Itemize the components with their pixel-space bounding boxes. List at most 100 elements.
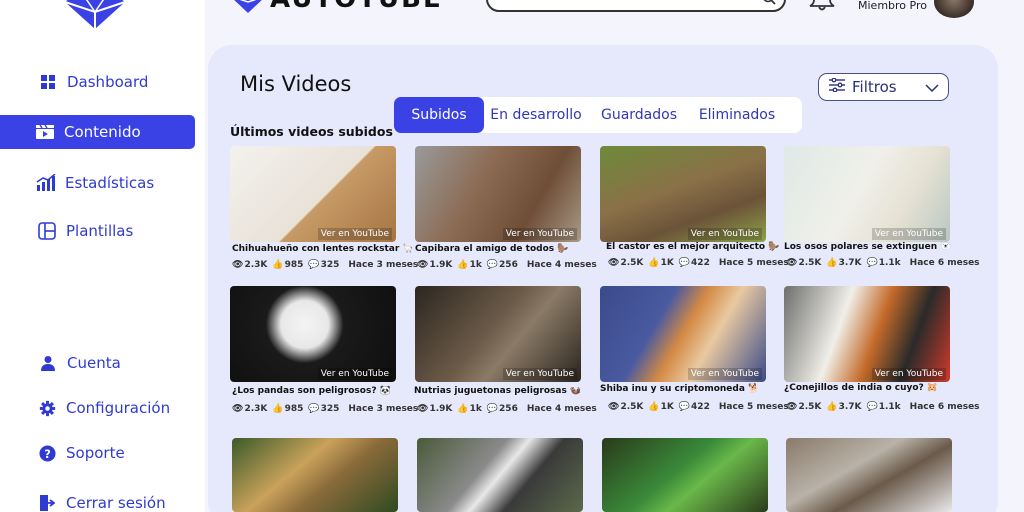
video-thumbnail[interactable]: Ver en YouTube [230,286,396,382]
comments-count: 💬 422 [678,402,710,412]
video-title[interactable]: Capibara el amigo de todos 🦫 [415,244,568,254]
sidebar-item-cuenta[interactable]: Cuenta [0,346,195,380]
sidebar-item-plantillas[interactable]: Plantillas [0,214,195,248]
watch-on-youtube-link[interactable]: Ver en YouTube [871,228,946,240]
bar-chart-icon [36,173,56,193]
video-thumbnail[interactable] [232,438,398,512]
help-icon: ? [37,443,57,463]
eye-icon: 👁 [608,258,620,268]
video-title[interactable]: ¿Los pandas son peligrosos? 🐼 [232,386,391,396]
watch-on-youtube-link[interactable]: Ver en YouTube [502,228,577,240]
upload-age: Hace 3 meses [348,260,419,270]
sidebar-item-estadisticas[interactable]: Estadísticas [0,166,195,200]
likes-count: 👍 1k [457,404,482,414]
video-title[interactable]: Shiba inu y su criptomoneda 🐕 [600,384,759,394]
member-status: Miembro Pro [858,0,927,12]
eye-icon: 👁 [608,402,620,412]
grid-icon [38,72,58,92]
video-thumbnail[interactable]: Ver en YouTube [600,286,766,382]
sidebar-item-configuracion[interactable]: Configuración [0,391,195,425]
eye-icon: 👁 [417,404,429,414]
watch-on-youtube-link[interactable]: Ver en YouTube [687,228,762,240]
brand-logo[interactable] [62,0,128,30]
upload-age: Hace 4 meses [526,260,597,270]
video-thumbnail[interactable]: Ver en YouTube [784,286,950,382]
video-thumbnail[interactable]: Ver en YouTube [230,146,396,242]
watch-on-youtube-link[interactable]: Ver en YouTube [871,368,946,380]
video-stats: 👁 1.9K 👍 1k 💬 256 Hace 4 meses [417,260,597,270]
watch-on-youtube-link[interactable]: Ver en YouTube [502,368,577,380]
upload-age: Hace 5 meses [718,402,789,412]
video-stats: 👁 2.5K 👍 1K 💬 422 Hace 5 meses [608,258,789,268]
page-title: Mis Videos [240,72,352,96]
thumbs-up-icon: 👍 [826,402,838,412]
upload-age: Hace 6 meses [909,402,980,412]
comment-icon: 💬 [308,260,320,270]
tab-en-desarrollo[interactable]: En desarrollo [490,97,582,133]
sidebar-item-label: Plantillas [66,222,134,240]
video-thumbnail[interactable]: Ver en YouTube [415,286,581,382]
watch-on-youtube-link[interactable]: Ver en YouTube [317,368,392,380]
video-thumbnail[interactable]: Ver en YouTube [415,146,581,242]
comment-icon: 💬 [678,258,691,268]
video-title[interactable]: Chihuahueño con lentes rockstar 🦙 [232,244,414,254]
thumbs-up-icon: 👍 [272,260,284,270]
likes-count: 👍 1k [457,260,482,270]
comments-count: 💬 325 [308,260,340,270]
video-thumbnail[interactable] [786,438,952,512]
sidebar-item-dashboard[interactable]: Dashboard [0,65,195,99]
user-icon [38,353,58,373]
comment-icon: 💬 [866,258,878,268]
video-stats: 👁 2.3K 👍 985 💬 325 Hace 3 meses [232,404,418,414]
likes-count: 👍 985 [272,260,304,270]
likes-count: 👍 1K [648,258,674,268]
comments-count: 💬 1.1k [866,258,901,268]
comment-icon: 💬 [678,402,691,412]
brand-logo-small[interactable] [228,0,268,14]
video-title[interactable]: Los osos polares se extinguen 🐻‍❄️ [784,242,951,252]
video-title[interactable]: Nutrias juguetonas peligrosas 🦦 [414,386,581,396]
video-stats: 👁 2.5K 👍 1K 💬 422 Hace 5 meses [608,402,789,412]
thumbs-up-icon: 👍 [826,258,838,268]
upload-age: Hace 6 meses [909,258,980,268]
tab-subidos[interactable]: Subidos [394,97,484,133]
gear-icon [37,398,57,418]
chevron-down-icon [925,78,939,96]
views-count: 👁 2.3K [232,404,268,414]
sidebar-item-label: Soporte [66,444,125,462]
watch-on-youtube-link[interactable]: Ver en YouTube [317,228,392,240]
video-thumbnail[interactable] [602,438,768,512]
video-stats: 👁 2.3K 👍 985 💬 325 Hace 3 meses [232,260,418,270]
video-thumbnail[interactable]: Ver en YouTube [784,146,950,242]
comments-count: 💬 422 [678,258,710,268]
tab-eliminados[interactable]: Eliminados [692,97,782,133]
sidebar-item-soporte[interactable]: ? Soporte [0,436,195,470]
sidebar-item-label: Configuración [66,399,171,417]
video-thumbnail[interactable] [417,438,583,512]
thumbs-up-icon: 👍 [457,404,469,414]
watch-on-youtube-link[interactable]: Ver en YouTube [687,368,762,380]
tab-bar: Subidos En desarrollo Guardados Eliminad… [394,97,802,133]
video-thumbnail[interactable]: Ver en YouTube [600,146,766,242]
brand-name: AUTOTUBE [270,0,443,14]
bell-icon[interactable] [808,0,836,12]
thumbs-up-icon: 👍 [457,260,469,270]
video-title[interactable]: ¿Conejillos de india o cuyo? 🐹 [784,383,938,393]
video-title[interactable]: El castor es el mejor arquitecto 🦫 [606,242,779,252]
clapperboard-icon [35,122,55,142]
likes-count: 👍 985 [272,404,304,414]
avatar[interactable] [934,0,974,18]
filter-button[interactable]: Filtros [818,73,949,101]
eye-icon: 👁 [786,258,798,268]
tab-guardados[interactable]: Guardados [594,97,684,133]
sidebar-item-contenido[interactable]: Contenido [0,115,195,149]
upload-age: Hace 3 meses [348,404,419,414]
comments-count: 💬 325 [308,404,340,414]
sidebar-item-label: Contenido [64,123,141,141]
svg-text:?: ? [44,446,51,460]
eye-icon: 👁 [232,404,244,414]
sidebar-item-cerrar-sesion[interactable]: Cerrar sesión [0,486,195,512]
views-count: 👁 1.9K [417,260,453,270]
search-input[interactable] [486,0,786,12]
search-icon[interactable] [762,0,776,9]
